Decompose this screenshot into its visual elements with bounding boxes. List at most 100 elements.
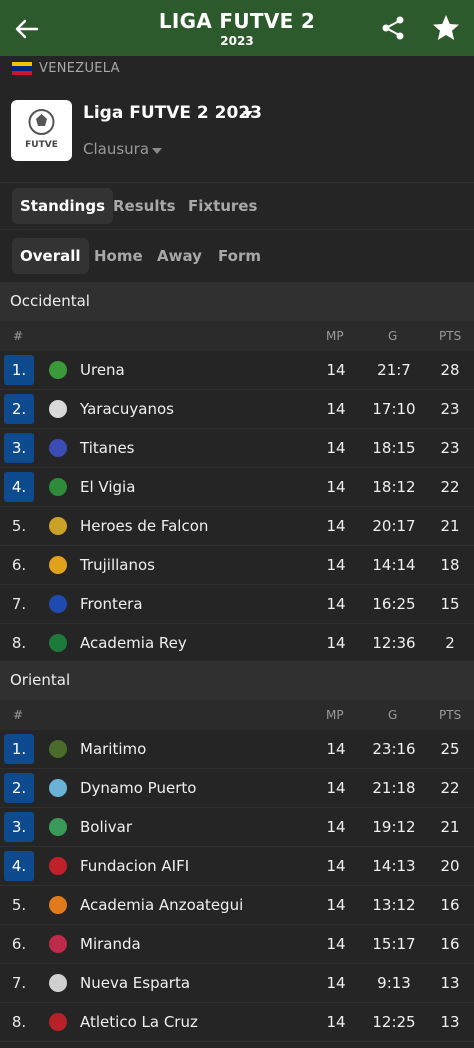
subtab-overall[interactable]: Overall [12, 238, 89, 274]
rank-badge: 6. [11, 935, 27, 953]
country-row[interactable]: VENEZUELA [0, 56, 474, 82]
team-crest-icon [49, 556, 67, 574]
col-pts: PTS [439, 708, 462, 722]
matches-played: 14 [326, 974, 346, 992]
table-row[interactable]: 8. Atletico La Cruz 14 12:25 13 [0, 1003, 474, 1042]
team-name[interactable]: Fundacion AIFI [80, 857, 189, 875]
team-name[interactable]: Atletico La Cruz [80, 1013, 198, 1031]
goals: 12:36 [372, 634, 416, 652]
tab-results[interactable]: Results [113, 188, 176, 224]
tab-fixtures[interactable]: Fixtures [188, 188, 257, 224]
table-row[interactable]: 4. Fundacion AIFI 14 14:13 20 [0, 847, 474, 886]
sub-tabs: Overall Home Away Form [0, 230, 474, 282]
table-row[interactable]: 8. Academia Rey 14 12:36 2 [0, 624, 474, 663]
team-name[interactable]: Academia Rey [80, 634, 187, 652]
table-row[interactable]: 6. Trujillanos 14 14:14 18 [0, 546, 474, 585]
goals: 16:25 [372, 595, 416, 613]
table-row[interactable]: 1. Urena 14 21:7 28 [0, 351, 474, 390]
team-crest-icon [49, 935, 67, 953]
subtab-form[interactable]: Form [218, 238, 261, 274]
points: 25 [440, 740, 460, 758]
team-name[interactable]: Frontera [80, 595, 143, 613]
table-row[interactable]: 2. Dynamo Puerto 14 21:18 22 [0, 769, 474, 808]
chevron-down-icon[interactable] [152, 148, 162, 154]
goals: 18:15 [372, 439, 416, 457]
chevron-down-icon[interactable] [243, 111, 253, 117]
team-name[interactable]: Academia Anzoategui [80, 896, 243, 914]
league-logo-text: FUTVE [25, 140, 58, 150]
team-crest-icon [49, 400, 67, 418]
table-row[interactable]: 7. Frontera 14 16:25 15 [0, 585, 474, 624]
col-rank: # [13, 708, 24, 722]
season-dropdown[interactable]: Clausura [83, 140, 149, 158]
league-header: FUTVE Liga FUTVE 2 2023 Clausura [0, 82, 474, 182]
table-row[interactable]: 6. Miranda 14 15:17 16 [0, 925, 474, 964]
table-row[interactable]: 5. Academia Anzoategui 14 13:12 16 [0, 886, 474, 925]
team-crest-icon [49, 896, 67, 914]
country-name: VENEZUELA [39, 61, 120, 76]
goals: 14:13 [372, 857, 416, 875]
league-logo: FUTVE [11, 100, 72, 161]
tab-standings[interactable]: Standings [12, 188, 113, 224]
matches-played: 14 [326, 478, 346, 496]
rank-badge: 1. [4, 734, 34, 764]
team-crest-icon [49, 439, 67, 457]
col-mp: MP [326, 329, 344, 343]
table-row[interactable]: 1. Maritimo 14 23:16 25 [0, 730, 474, 769]
team-name[interactable]: Maritimo [80, 740, 146, 758]
rank-badge: 7. [11, 595, 27, 613]
subtab-away[interactable]: Away [157, 238, 202, 274]
col-g: G [388, 708, 398, 722]
favorite-star-icon[interactable] [431, 13, 461, 43]
goals: 19:12 [372, 818, 416, 836]
team-name[interactable]: Dynamo Puerto [80, 779, 196, 797]
team-name[interactable]: El Vigia [80, 478, 135, 496]
league-name-dropdown[interactable]: Liga FUTVE 2 2023 [83, 103, 262, 123]
team-crest-icon [49, 478, 67, 496]
table-row[interactable]: 7. Nueva Esparta 14 9:13 13 [0, 964, 474, 1003]
team-crest-icon [49, 517, 67, 535]
rank-badge: 5. [11, 517, 27, 535]
goals: 21:7 [377, 361, 411, 379]
table-row[interactable]: 2. Yaracuyanos 14 17:10 23 [0, 390, 474, 429]
rank-badge: 6. [11, 556, 27, 574]
table-header: # MP G PTS [0, 700, 474, 730]
points: 21 [440, 818, 460, 836]
table-row[interactable]: 5. Heroes de Falcon 14 20:17 21 [0, 507, 474, 546]
team-name[interactable]: Titanes [80, 439, 135, 457]
goals: 13:12 [372, 896, 416, 914]
team-name[interactable]: Urena [80, 361, 125, 379]
table-row[interactable]: 3. Titanes 14 18:15 23 [0, 429, 474, 468]
points: 16 [440, 896, 460, 914]
matches-played: 14 [326, 595, 346, 613]
points: 13 [440, 974, 460, 992]
goals: 21:18 [372, 779, 416, 797]
table-row[interactable]: 3. Bolivar 14 19:12 21 [0, 808, 474, 847]
team-name[interactable]: Trujillanos [80, 556, 155, 574]
team-name[interactable]: Miranda [80, 935, 141, 953]
matches-played: 14 [326, 818, 346, 836]
main-tabs: Standings Results Fixtures [0, 182, 474, 230]
rank-badge: 1. [4, 355, 34, 385]
goals: 20:17 [372, 517, 416, 535]
rank-badge: 8. [11, 634, 27, 652]
team-name[interactable]: Bolivar [80, 818, 132, 836]
matches-played: 14 [326, 634, 346, 652]
points: 13 [440, 1013, 460, 1031]
team-crest-icon [49, 1013, 67, 1031]
matches-played: 14 [326, 857, 346, 875]
subtab-home[interactable]: Home [94, 238, 143, 274]
team-name[interactable]: Nueva Esparta [80, 974, 190, 992]
rank-badge: 8. [11, 1013, 27, 1031]
matches-played: 14 [326, 935, 346, 953]
col-mp: MP [326, 708, 344, 722]
points: 23 [440, 400, 460, 418]
matches-played: 14 [326, 779, 346, 797]
goals: 17:10 [372, 400, 416, 418]
share-icon[interactable] [380, 15, 406, 41]
table-row[interactable]: 4. El Vigia 14 18:12 22 [0, 468, 474, 507]
team-name[interactable]: Heroes de Falcon [80, 517, 208, 535]
team-name[interactable]: Yaracuyanos [80, 400, 174, 418]
goals: 15:17 [372, 935, 416, 953]
points: 23 [440, 439, 460, 457]
